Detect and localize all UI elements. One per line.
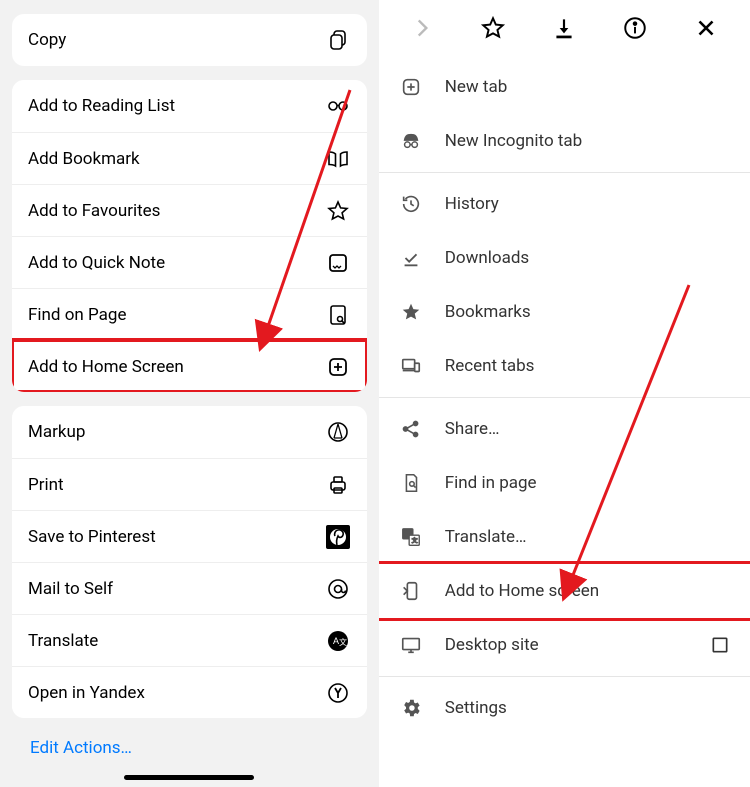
chrome-menu: New tab New Incognito tab History Do <box>379 0 750 787</box>
chrome-downloads[interactable]: Downloads <box>379 231 750 285</box>
row-label: Add to Reading List <box>28 96 175 116</box>
chrome-new-tab[interactable]: New tab <box>379 60 750 114</box>
devices-icon <box>399 354 423 378</box>
add-home-icon <box>399 579 423 603</box>
ios-mail-self[interactable]: Mail to Self <box>12 562 367 614</box>
row-label: Add to Home Screen <box>28 357 184 377</box>
svg-text:G: G <box>404 530 408 538</box>
ios-group-copy: Copy <box>12 14 367 66</box>
at-icon <box>325 576 351 602</box>
printer-icon <box>325 472 351 498</box>
glasses-icon <box>325 93 351 119</box>
chrome-bookmarks[interactable]: Bookmarks <box>379 285 750 339</box>
ios-group-actions: Markup Print Save to Pinterest Mail to S… <box>12 406 367 718</box>
copy-icon <box>325 27 351 53</box>
menu-label: History <box>445 194 499 214</box>
ios-edit-actions[interactable]: Edit Actions… <box>12 732 367 758</box>
download-icon[interactable] <box>550 14 578 42</box>
star-filled-icon <box>399 300 423 324</box>
ios-group-add: Add to Reading List Add Bookmark Add to … <box>12 80 367 392</box>
menu-label: Share… <box>445 419 500 439</box>
menu-label: Add to Home screen <box>445 581 599 601</box>
row-label: Add Bookmark <box>28 149 140 169</box>
ios-copy[interactable]: Copy <box>12 14 367 66</box>
ios-quick-note[interactable]: Add to Quick Note <box>12 236 367 288</box>
find-page-icon <box>399 471 423 495</box>
row-label: Mail to Self <box>28 579 113 599</box>
download-done-icon <box>399 246 423 270</box>
row-label: Print <box>28 475 64 495</box>
menu-label: Recent tabs <box>445 356 535 376</box>
chrome-incognito[interactable]: New Incognito tab <box>379 114 750 168</box>
ios-add-home-screen[interactable]: Add to Home Screen <box>12 340 367 392</box>
ios-share-sheet: Copy Add to Reading List Add Bookmark <box>0 0 379 787</box>
checkbox-unchecked-icon[interactable] <box>710 635 730 655</box>
chrome-recent-tabs[interactable]: Recent tabs <box>379 339 750 393</box>
chrome-find-in-page[interactable]: Find in page <box>379 456 750 510</box>
chrome-translate[interactable]: G文 Translate… <box>379 510 750 564</box>
history-icon <box>399 192 423 216</box>
close-icon[interactable] <box>692 14 720 42</box>
ios-find-on-page[interactable]: Find on Page <box>12 288 367 340</box>
row-label: Markup <box>28 422 85 442</box>
share-icon <box>399 417 423 441</box>
row-label: Add to Favourites <box>28 201 160 221</box>
ios-save-pinterest[interactable]: Save to Pinterest <box>12 510 367 562</box>
ios-reading-list[interactable]: Add to Reading List <box>12 80 367 132</box>
row-label: Translate <box>28 631 98 651</box>
ios-open-yandex[interactable]: Open in Yandex <box>12 666 367 718</box>
desktop-icon <box>399 633 423 657</box>
chrome-add-home-screen[interactable]: Add to Home screen <box>379 564 750 618</box>
row-label: Save to Pinterest <box>28 527 156 547</box>
ios-add-bookmark[interactable]: Add Bookmark <box>12 132 367 184</box>
chrome-share[interactable]: Share… <box>379 402 750 456</box>
menu-label: Downloads <box>445 248 529 268</box>
chrome-desktop-site[interactable]: Desktop site <box>379 618 750 672</box>
note-icon <box>325 250 351 276</box>
svg-text:文: 文 <box>339 637 347 647</box>
ios-print[interactable]: Print <box>12 458 367 510</box>
translate-icon: A文 <box>325 628 351 654</box>
star-outline-icon <box>325 198 351 224</box>
svg-text:文: 文 <box>412 537 418 545</box>
plus-square-icon <box>399 75 423 99</box>
row-label: Find on Page <box>28 305 126 325</box>
add-square-icon <box>325 354 351 380</box>
menu-label: Translate… <box>445 527 527 547</box>
menu-label: Desktop site <box>445 635 539 655</box>
menu-label: Find in page <box>445 473 537 493</box>
info-icon[interactable] <box>621 14 649 42</box>
yandex-icon <box>325 680 351 706</box>
star-outline-icon[interactable] <box>479 14 507 42</box>
pinterest-icon <box>325 524 351 550</box>
menu-label: Bookmarks <box>445 302 531 322</box>
menu-label: New Incognito tab <box>445 131 582 151</box>
ios-markup[interactable]: Markup <box>12 406 367 458</box>
row-label: Copy <box>28 30 66 50</box>
menu-label: Settings <box>445 698 507 718</box>
google-translate-icon: G文 <box>399 525 423 549</box>
chrome-settings[interactable]: Settings <box>379 681 750 735</box>
edit-actions-label: Edit Actions… <box>30 738 132 758</box>
markup-icon <box>325 419 351 445</box>
gear-icon <box>399 696 423 720</box>
incognito-icon <box>399 129 423 153</box>
ios-translate[interactable]: Translate A文 <box>12 614 367 666</box>
row-label: Open in Yandex <box>28 683 145 703</box>
menu-label: New tab <box>445 77 508 97</box>
chrome-history[interactable]: History <box>379 177 750 231</box>
chrome-toolbar <box>379 0 750 56</box>
forward-icon[interactable] <box>408 14 436 42</box>
home-indicator <box>124 775 254 780</box>
page-search-icon <box>325 302 351 328</box>
ios-add-favourites[interactable]: Add to Favourites <box>12 184 367 236</box>
row-label: Add to Quick Note <box>28 253 165 273</box>
book-open-icon <box>325 146 351 172</box>
